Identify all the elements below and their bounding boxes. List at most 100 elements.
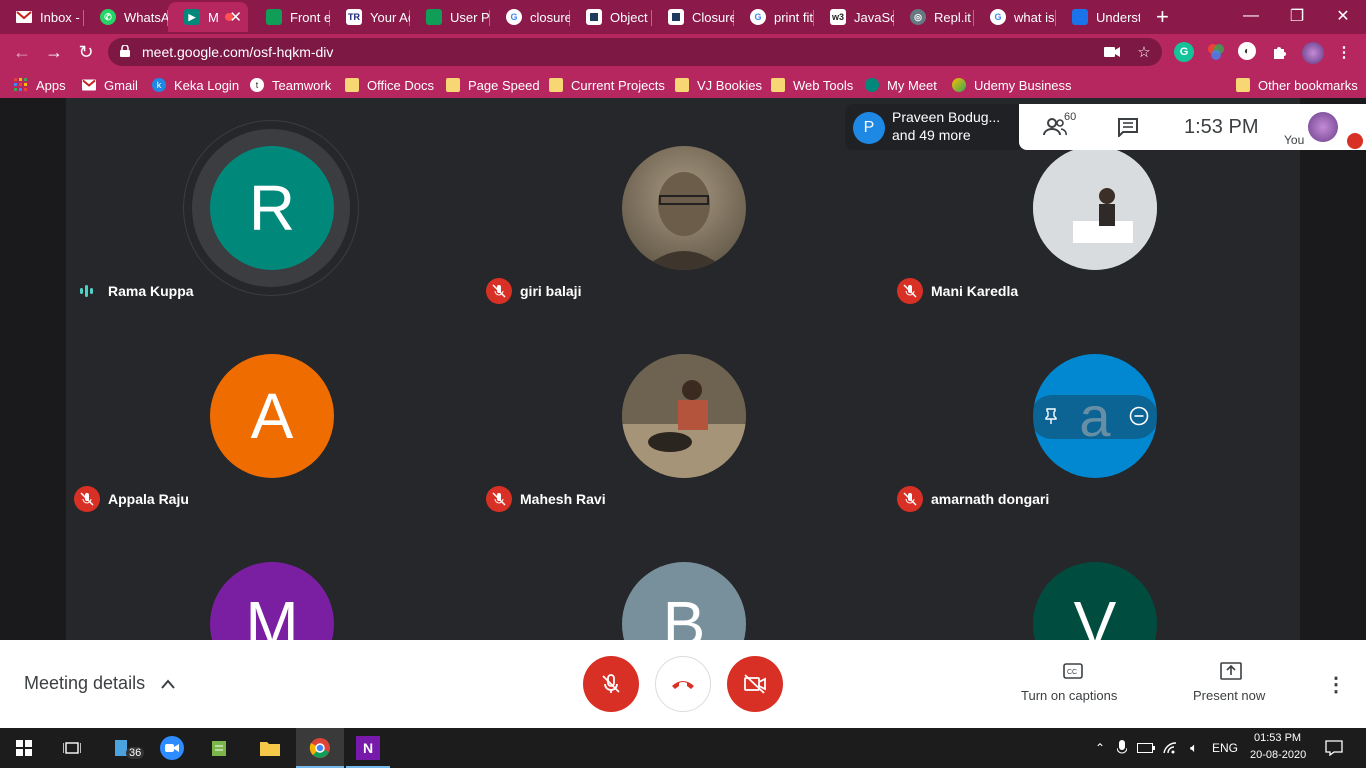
remove-participant-icon[interactable] <box>1128 405 1150 427</box>
bookmark-current-projects[interactable]: Current Projects <box>549 76 665 94</box>
back-button[interactable]: ← <box>10 40 34 64</box>
more-options-icon[interactable]: ⋮ <box>1326 672 1346 697</box>
presenter-chip[interactable]: P Praveen Bodug... and 49 more <box>845 104 1020 150</box>
tab-closure[interactable]: G closure <box>490 2 570 32</box>
bookmark-label: Keka Login <box>174 77 240 93</box>
tab-inbox[interactable]: Inbox - <box>0 2 84 32</box>
bookmark-vj-bookies[interactable]: VJ Bookies <box>675 76 762 94</box>
participant-photo[interactable] <box>622 146 746 270</box>
taskbar-time[interactable]: 01:53 PM <box>1254 732 1301 744</box>
task-view-icon[interactable] <box>60 736 84 760</box>
bookmark-label: Gmail <box>104 77 138 93</box>
captions-button[interactable]: Turn on captions <box>1021 688 1117 703</box>
new-tab-button[interactable]: + <box>1146 2 1182 32</box>
participant-avatar[interactable]: R <box>210 146 334 270</box>
sheet-icon <box>266 9 282 25</box>
participant-photo[interactable] <box>1033 146 1157 270</box>
windows-start-icon[interactable] <box>12 736 36 760</box>
google-icon: G <box>750 9 766 25</box>
onenote-icon[interactable]: N <box>356 736 380 760</box>
close-window-button[interactable]: ✕ <box>1320 0 1366 32</box>
toggle-camera-button[interactable] <box>727 656 783 712</box>
teamwork-icon: t <box>250 78 264 92</box>
url-text: meet.google.com/osf-hqkm-div <box>142 44 334 60</box>
chrome-icon[interactable] <box>308 736 332 760</box>
bookmark-udemy-business[interactable]: Udemy Business <box>952 76 1072 94</box>
leave-call-button[interactable] <box>655 656 711 712</box>
bookmark-my-meet[interactable]: My Meet <box>865 76 937 94</box>
maximize-button[interactable]: ❐ <box>1274 0 1320 32</box>
wifi-icon[interactable] <box>1158 736 1182 760</box>
grammarly-icon[interactable]: G <box>1174 42 1194 62</box>
bookmark-star-icon[interactable]: ☆ <box>1134 42 1154 62</box>
tab-what-is[interactable]: G what is <box>974 2 1056 32</box>
tab-label: what is <box>1014 9 1055 25</box>
minimize-button[interactable]: — <box>1228 0 1274 32</box>
tab-closure-2[interactable]: Closure <box>652 2 734 32</box>
tab-object[interactable]: Object <box>570 2 652 32</box>
profile-avatar[interactable] <box>1302 42 1324 64</box>
tab-front-end[interactable]: Front er <box>250 2 330 32</box>
taskbar-date[interactable]: 20-08-2020 <box>1250 749 1306 761</box>
bookmark-web-tools[interactable]: Web Tools <box>771 76 853 94</box>
tab-replit[interactable]: ◎ Repl.it - <box>894 2 974 32</box>
tab-user-profile[interactable]: User Pr <box>410 2 490 32</box>
self-avatar[interactable] <box>1308 112 1338 142</box>
zoom-icon[interactable] <box>160 736 184 760</box>
present-screen-icon[interactable] <box>1220 662 1242 680</box>
present-now-button[interactable]: Present now <box>1193 688 1265 703</box>
bookmark-apps[interactable]: Apps <box>14 76 66 94</box>
close-tab-icon[interactable]: ✕ <box>229 8 242 26</box>
tab-whatsapp[interactable]: ✆ WhatsA <box>84 2 168 32</box>
pin-icon[interactable] <box>1040 405 1062 427</box>
notepad-icon[interactable] <box>208 736 232 760</box>
browser-tab-strip: Inbox - ✆ WhatsA ▶ M ✕ Front er TR Your … <box>0 0 1366 34</box>
bookmark-teamwork[interactable]: t Teamwork <box>250 76 331 94</box>
bookmark-keka-login[interactable]: k Keka Login <box>152 76 239 94</box>
tab-understand[interactable]: Underst <box>1056 2 1140 32</box>
bookmark-office-docs[interactable]: Office Docs <box>345 76 434 94</box>
mic-off-icon <box>486 486 512 512</box>
mic-off-icon <box>897 486 923 512</box>
bookmark-gmail[interactable]: Gmail <box>82 76 138 94</box>
bookmark-label: Teamwork <box>272 77 332 93</box>
bookmark-page-speed[interactable]: Page Speed <box>446 76 540 94</box>
presenter-name: Praveen Bodug... <box>892 109 1001 125</box>
forward-button[interactable]: → <box>42 40 66 64</box>
participant-avatar[interactable]: A <box>210 354 334 478</box>
camera-in-use-icon[interactable] <box>1102 42 1122 62</box>
hang-up-icon <box>672 681 694 689</box>
tab-your-account[interactable]: TR Your Ac <box>330 2 410 32</box>
file-explorer-icon[interactable] <box>258 736 282 760</box>
mic-off-icon <box>897 278 923 304</box>
bookmark-label: My Meet <box>887 77 937 93</box>
closed-captions-icon[interactable]: CC <box>1062 662 1084 680</box>
folder-icon <box>675 78 689 92</box>
keka-icon: k <box>152 78 166 92</box>
chat-icon[interactable] <box>1117 117 1139 142</box>
show-hidden-icons-icon[interactable]: ⌃ <box>1088 736 1112 760</box>
app-badge-count: 36 <box>126 747 145 759</box>
toggle-microphone-button[interactable] <box>583 656 639 712</box>
extension-icon[interactable]: ◐ <box>1238 42 1256 60</box>
participant-photo[interactable] <box>622 354 746 478</box>
tab-meet-active[interactable]: ▶ M ✕ <box>168 2 248 32</box>
color-picker-icon[interactable] <box>1206 42 1226 62</box>
bookmark-other-bookmarks[interactable]: Other bookmarks <box>1236 76 1358 94</box>
volume-icon[interactable]: 🔈︎ <box>1182 736 1206 760</box>
tab-print-fib[interactable]: G print fit <box>734 2 814 32</box>
tab-javascript[interactable]: w3 JavaScr <box>814 2 894 32</box>
language-indicator[interactable]: ENG <box>1212 741 1238 755</box>
meet-icon <box>865 78 879 92</box>
tab-label: Inbox - <box>40 9 80 25</box>
address-bar[interactable]: meet.google.com/osf-hqkm-div ☆ <box>108 38 1162 66</box>
notifications-icon[interactable] <box>1322 736 1346 760</box>
microphone-tray-icon[interactable] <box>1110 736 1134 760</box>
presenter-avatar: P <box>853 112 885 144</box>
whatsapp-icon: ✆ <box>100 9 116 25</box>
meeting-details-button[interactable]: Meeting details <box>24 673 175 694</box>
reload-button[interactable]: ↻ <box>74 40 98 64</box>
battery-icon[interactable] <box>1134 736 1158 760</box>
chrome-menu-icon[interactable]: ⋮ <box>1334 42 1354 62</box>
extensions-puzzle-icon[interactable] <box>1270 42 1290 62</box>
